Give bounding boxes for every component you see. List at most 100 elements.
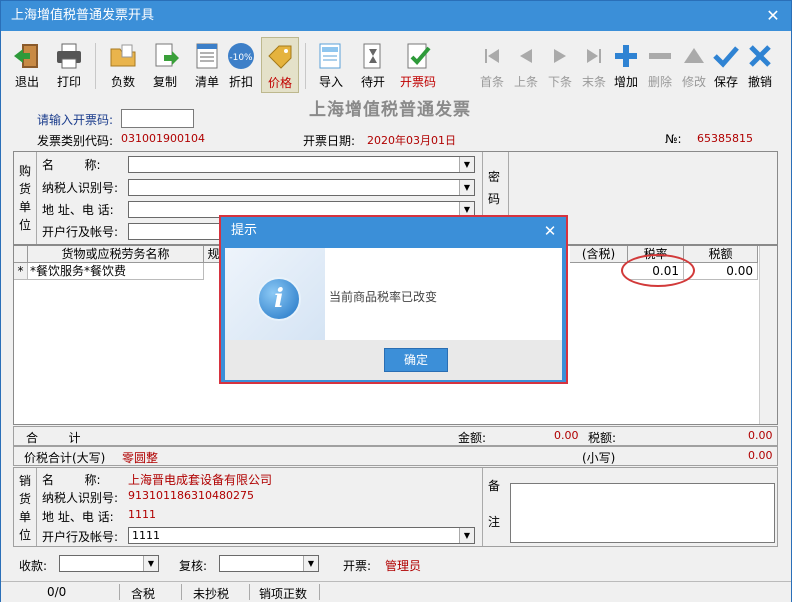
buyer-addr-label: 地 址、电 话:: [42, 203, 114, 217]
plus-icon: [615, 45, 637, 67]
save-button[interactable]: 保存: [709, 37, 743, 93]
title-bar: 上海增值税普通发票开具 ✕: [1, 1, 791, 31]
buyer-bank-label: 开户行及帐号:: [42, 225, 119, 239]
seller-section: 销 货 单 位 名 称: 上海晋电成套设备有限公司 纳税人识别号: 913101…: [13, 467, 778, 547]
toolbar-separator: [95, 43, 96, 89]
modify-button[interactable]: 修改: [677, 37, 711, 93]
first-record-button[interactable]: 首条: [475, 37, 509, 93]
chevron-down-icon[interactable]: ▼: [143, 556, 158, 571]
date-value: 2020年03月01日: [367, 134, 456, 147]
delete-button[interactable]: 删除: [643, 37, 677, 93]
divider: [249, 584, 250, 600]
seller-name-value: 上海晋电成套设备有限公司: [128, 473, 273, 487]
row-tax-amount[interactable]: 0.00: [684, 263, 758, 280]
divider: [482, 468, 483, 546]
status-tax-incl: 含税: [131, 587, 156, 601]
exit-button[interactable]: 退出: [7, 37, 47, 93]
chevron-down-icon[interactable]: ▼: [303, 556, 318, 571]
issue-code-button[interactable]: 开票码: [395, 37, 441, 93]
exit-icon: [14, 44, 38, 68]
buyer-name-combo[interactable]: ▼: [128, 156, 475, 173]
payee-combo[interactable]: ▼: [59, 555, 159, 572]
drawer-value: 管理员: [385, 559, 422, 573]
pending-button[interactable]: 待开: [353, 37, 393, 93]
dialog-footer: 确定: [225, 340, 562, 380]
amount-value: 0.00: [554, 429, 579, 442]
invoice-heading: 上海增值税普通发票: [309, 100, 471, 120]
divider: [119, 584, 120, 600]
seller-addr-value: 1111: [128, 508, 156, 521]
type-code-label: 发票类别代码:: [37, 134, 114, 148]
remark-label: 备 注: [487, 479, 500, 529]
tax-rate-highlight: [621, 254, 695, 287]
buyer-side-label: 购 货 单 位: [18, 164, 31, 232]
chevron-down-icon[interactable]: ▼: [459, 528, 474, 543]
buyer-taxid-combo[interactable]: ▼: [128, 179, 475, 196]
cross-icon: [749, 45, 771, 67]
cipher-label: 密 码: [487, 170, 500, 206]
window-close-button[interactable]: ✕: [763, 1, 783, 31]
chevron-down-icon[interactable]: ▼: [459, 157, 474, 172]
print-button[interactable]: 打印: [49, 37, 89, 93]
info-icon: i: [257, 277, 301, 321]
invoice-code-input[interactable]: [121, 109, 194, 128]
checkmark-doc-icon: [407, 43, 431, 69]
total-small-value: 0.00: [748, 449, 773, 462]
reviewer-combo[interactable]: ▼: [219, 555, 319, 572]
window-title: 上海增值税普通发票开具: [11, 8, 155, 23]
price-button[interactable]: 价格: [261, 37, 299, 93]
divider: [36, 152, 37, 244]
col-header-name: 货物或应税劳务名称: [28, 246, 204, 263]
col-header-tax: 税额: [684, 246, 758, 263]
drawer-label: 开票:: [343, 559, 372, 573]
svg-text:-10%: -10%: [229, 53, 253, 63]
tax-total-label: 税额:: [588, 431, 617, 445]
status-bar: 0/0 含税 未抄税 销项正数: [1, 581, 791, 602]
copy-icon: [155, 43, 179, 67]
status-item: 销项正数: [259, 587, 308, 601]
list-icon: [196, 43, 218, 69]
discount-button[interactable]: -10% 折扣: [221, 37, 261, 93]
payee-label: 收款:: [19, 559, 48, 573]
checkmark-icon: [713, 46, 739, 68]
import-button[interactable]: 导入: [311, 37, 351, 93]
alert-dialog: 提示 ✕ i 当前商品税率已改变 确定: [219, 215, 568, 384]
tax-total-value: 0.00: [748, 429, 773, 442]
dialog-icon-panel: i: [225, 248, 325, 340]
seller-bank-label: 开户行及帐号:: [42, 530, 119, 544]
seller-bank-combo[interactable]: 1111 ▼: [128, 527, 475, 544]
table-scrollbar[interactable]: [759, 246, 777, 424]
divider: [36, 468, 37, 546]
minus-icon: [649, 53, 671, 59]
seller-bank-value: 1111: [132, 529, 160, 542]
col-header-price: (含税): [570, 246, 628, 263]
dialog-message: 当前商品税率已改变: [329, 290, 438, 304]
seller-taxid-label: 纳税人识别号:: [42, 491, 119, 505]
ok-button[interactable]: 确定: [384, 348, 448, 372]
divider: [181, 584, 182, 600]
last-record-button[interactable]: 末条: [577, 37, 611, 93]
folder-icon: [110, 44, 136, 67]
negative-button[interactable]: 负数: [103, 37, 143, 93]
invoice-no-value: 65385815: [697, 132, 753, 145]
total-row: 价税合计(大写) 零圆整 (小写) 0.00: [13, 446, 778, 466]
buyer-name-label: 名 称:: [42, 158, 101, 172]
copy-button[interactable]: 复制: [145, 37, 185, 93]
hourglass-doc-icon: [363, 43, 381, 69]
next-record-button[interactable]: 下条: [543, 37, 577, 93]
remark-input[interactable]: [510, 483, 775, 543]
next-icon: [554, 49, 566, 63]
add-button[interactable]: 增加: [609, 37, 643, 93]
chevron-down-icon[interactable]: ▼: [459, 180, 474, 195]
total-upper-label: 价税合计(大写): [24, 451, 106, 465]
total-small-label: (小写): [582, 451, 616, 465]
cancel-button[interactable]: 撤销: [743, 37, 777, 93]
prev-icon: [520, 49, 532, 63]
reviewer-label: 复核:: [179, 559, 208, 573]
last-icon: [587, 49, 601, 63]
dialog-close-button[interactable]: ✕: [540, 219, 560, 243]
status-unsent: 未抄税: [193, 587, 230, 601]
row-goods-name[interactable]: *餐饮服务*餐饮费: [28, 263, 204, 280]
prev-record-button[interactable]: 上条: [509, 37, 543, 93]
date-label: 开票日期:: [303, 134, 356, 148]
